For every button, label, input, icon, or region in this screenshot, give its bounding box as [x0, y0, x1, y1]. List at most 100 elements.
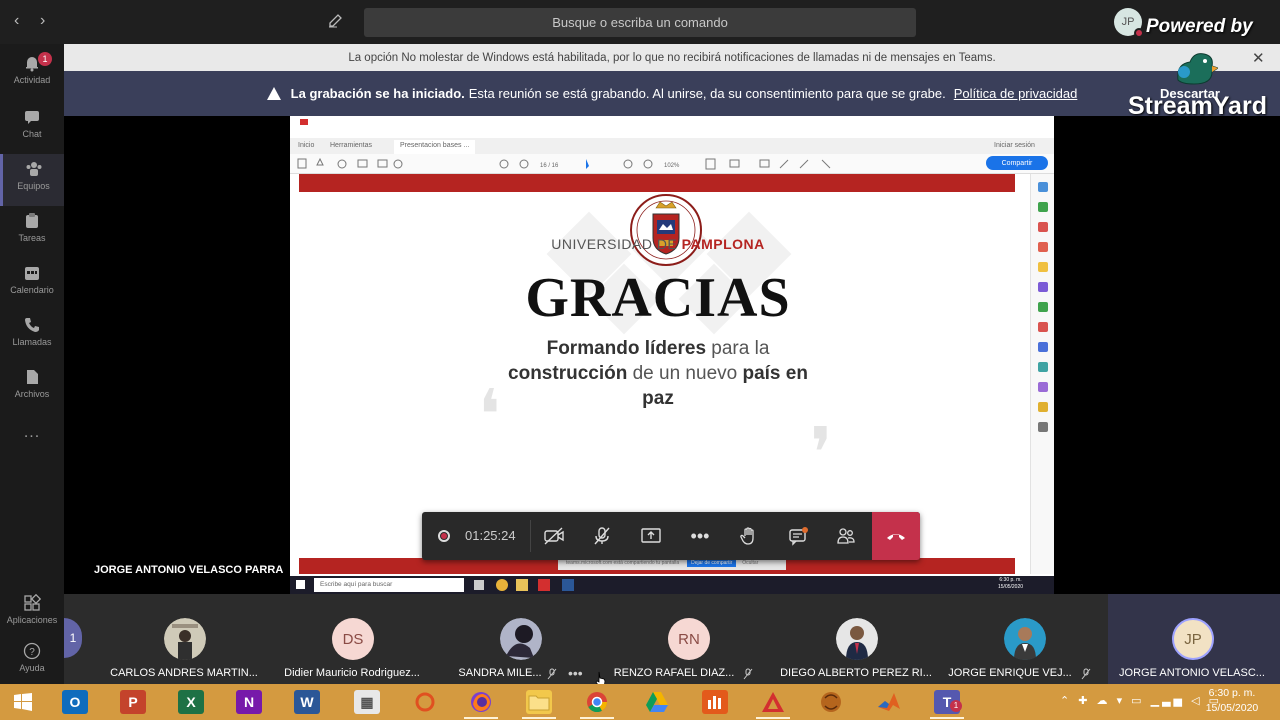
folder-icon	[516, 579, 528, 591]
sign-tool-icon[interactable]	[1038, 382, 1048, 392]
share-button[interactable]: Compartir	[986, 156, 1048, 170]
rail-item-label: Llamadas	[12, 337, 52, 347]
participant-tile-self[interactable]: JP JORGE ANTONIO VELASC...	[1108, 594, 1280, 684]
more-dots-icon: •••	[690, 525, 710, 546]
hide-button[interactable]: Ocultar	[742, 560, 758, 566]
privacy-link[interactable]: Política de privacidad	[954, 86, 1078, 101]
forward-arrow-icon[interactable]: ›	[40, 12, 45, 30]
baseball-glove-icon[interactable]	[818, 690, 844, 714]
clock-date: 15/05/2020	[1205, 702, 1259, 714]
tab-document[interactable]: Presentacion bases ...	[394, 140, 476, 154]
stats-app-icon[interactable]	[702, 690, 728, 714]
taskbar-clock[interactable]: 6:30 p. m. 15/05/2020	[1200, 686, 1264, 716]
excel-icon[interactable]: X	[178, 690, 204, 714]
rail-item-help[interactable]: ? Ayuda	[0, 636, 64, 688]
recording-text: Esta reunión se está grabando. Al unirse…	[468, 86, 946, 101]
shared-clock-time: 6:30 p. m.	[999, 577, 1022, 583]
mic-muted-icon	[742, 668, 754, 683]
sync-app-icon[interactable]	[412, 690, 438, 714]
file-explorer-icon[interactable]	[526, 690, 552, 714]
task-view-icon	[474, 580, 484, 590]
raise-hand-button[interactable]	[725, 512, 773, 560]
more-actions-button[interactable]: •••	[676, 512, 724, 560]
close-icon[interactable]: ✕	[1252, 49, 1265, 67]
signin-link[interactable]: Iniciar sesión	[994, 142, 1035, 149]
chrome-icon[interactable]	[584, 690, 610, 714]
back-arrow-icon[interactable]: ‹	[14, 12, 19, 30]
organize-tool-icon[interactable]	[1038, 302, 1048, 312]
rail-item-label: Aplicaciones	[6, 615, 58, 625]
more-dots-icon: ...	[23, 424, 41, 441]
chat-button[interactable]	[774, 512, 822, 560]
rail-item-apps[interactable]: Aplicaciones	[0, 588, 64, 640]
activity-badge: 1	[38, 52, 52, 66]
rail-item-teams[interactable]: Equipos	[0, 154, 64, 206]
protect-tool-icon[interactable]	[1038, 342, 1048, 352]
participant-tile[interactable]: JORGE ENRIQUE VEJ...	[940, 594, 1108, 684]
stop-sharing-button[interactable]: Dejar de compartir	[687, 559, 737, 567]
calculator-icon[interactable]: ▦	[354, 690, 380, 714]
participant-tile[interactable]: CARLOS ANDRES MARTIN...	[100, 594, 268, 684]
combine-tool-icon[interactable]	[1038, 282, 1048, 292]
camera-off-icon	[544, 527, 564, 545]
fill-sign-icon[interactable]	[1038, 322, 1048, 332]
rail-item-tasks[interactable]: Tareas	[0, 206, 64, 258]
windows-start-button[interactable]	[10, 690, 36, 714]
user-avatar[interactable]: JP	[1114, 8, 1144, 38]
compose-icon[interactable]	[328, 12, 344, 33]
share-screen-button[interactable]	[627, 512, 675, 560]
participant-more-button[interactable]: •••	[568, 665, 583, 681]
hang-up-button[interactable]	[872, 512, 920, 560]
tab-home[interactable]: Inicio	[298, 142, 314, 149]
more-tools-icon[interactable]	[1038, 422, 1048, 432]
participants-button[interactable]	[822, 512, 870, 560]
running-indicator	[756, 717, 790, 719]
word-icon[interactable]: W	[294, 690, 320, 714]
toolbar-icons[interactable]: 16 / 16 102%	[296, 154, 856, 174]
create-pdf-icon[interactable]	[1038, 222, 1048, 232]
more-apps-button[interactable]: ...	[0, 424, 64, 476]
rail-item-files[interactable]: Archivos	[0, 362, 64, 414]
powerpoint-icon[interactable]: P	[120, 690, 146, 714]
rail-item-calls[interactable]: Llamadas	[0, 310, 64, 362]
outlook-icon[interactable]: O	[62, 690, 88, 714]
matlab-icon[interactable]	[876, 690, 902, 714]
stamp-tool-icon[interactable]	[1038, 402, 1048, 412]
participant-tile[interactable]: DS Didier Mauricio Rodriguez...	[268, 594, 436, 684]
acrobat-icon[interactable]	[760, 690, 786, 714]
calendar-icon	[23, 264, 41, 282]
zoom-tool-icon[interactable]	[1038, 182, 1048, 192]
participant-avatar: JP	[1172, 618, 1214, 660]
windows-logo-icon	[14, 693, 32, 711]
firefox-icon[interactable]	[468, 690, 494, 714]
svg-text:16 / 16: 16 / 16	[540, 163, 559, 169]
participant-initials: RN	[678, 630, 700, 648]
teams-icon	[25, 160, 43, 178]
running-indicator	[930, 717, 964, 719]
google-drive-icon[interactable]	[644, 690, 670, 714]
optimize-tool-icon[interactable]	[1038, 362, 1048, 372]
comment-tool-icon[interactable]	[1038, 262, 1048, 272]
system-tray-icons[interactable]: ⌃ ✚ ☁ ▾ ▭ ▁▃▅ ◁ ▭	[1060, 694, 1222, 707]
rail-item-activity[interactable]: 1 Actividad	[0, 48, 64, 100]
tab-tools[interactable]: Herramientas	[330, 142, 372, 149]
mic-toggle-button[interactable]	[578, 512, 626, 560]
acrobat-tools-pane	[1030, 174, 1054, 574]
running-indicator	[522, 717, 556, 719]
command-search-input[interactable]: Busque o escriba un comando	[364, 8, 916, 37]
slide-tagline: Formando líderes para la construcción de…	[470, 336, 846, 411]
edit-pdf-icon[interactable]	[1038, 242, 1048, 252]
svg-text:?: ?	[29, 647, 35, 658]
rail-item-chat[interactable]: Chat	[0, 102, 64, 154]
participant-tile[interactable]: RN RENZO RAFAEL DIAZ...	[604, 594, 772, 684]
word-icon	[562, 579, 574, 591]
participant-tile[interactable]: DIEGO ALBERTO PEREZ RI...	[772, 594, 940, 684]
chrome-icon	[496, 579, 508, 591]
export-tool-icon[interactable]	[1038, 202, 1048, 212]
camera-toggle-button[interactable]	[530, 512, 578, 560]
onenote-icon[interactable]: N	[236, 690, 262, 714]
apps-icon	[23, 593, 42, 612]
rail-item-calendar[interactable]: Calendario	[0, 258, 64, 310]
participant-name: RENZO RAFAEL DIAZ...	[613, 667, 735, 679]
rail-item-label: Ayuda	[19, 663, 45, 673]
